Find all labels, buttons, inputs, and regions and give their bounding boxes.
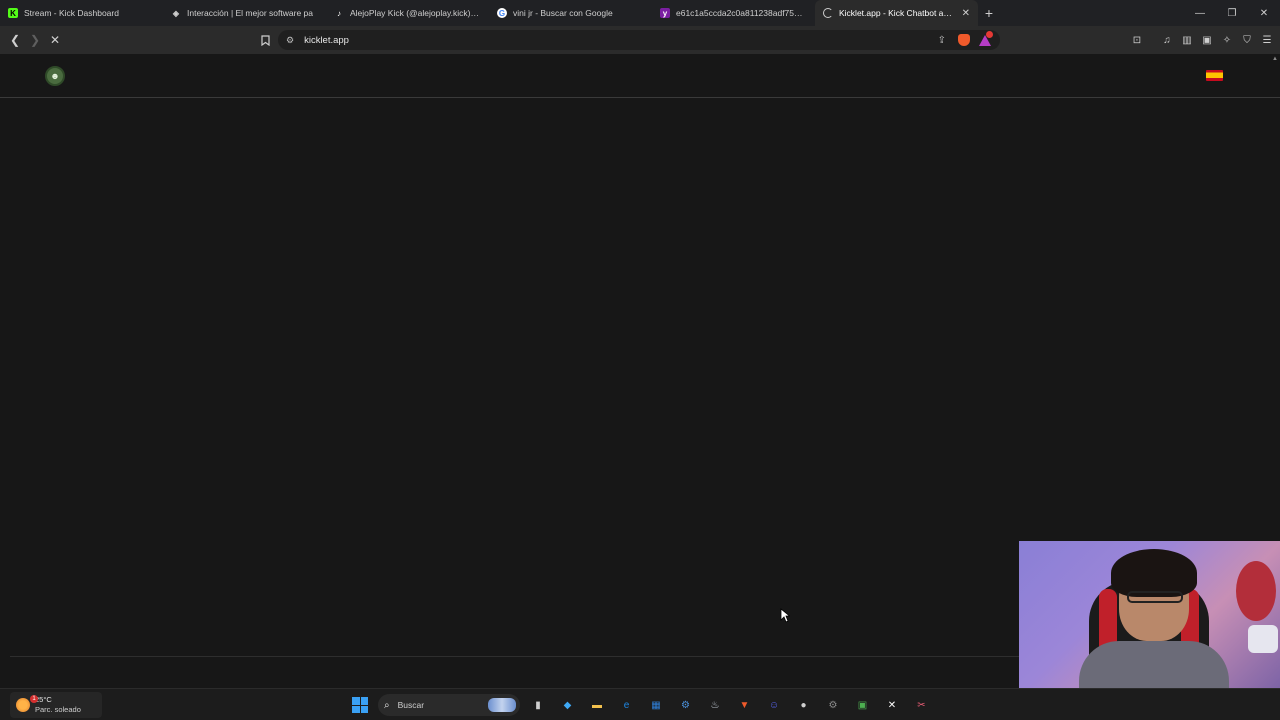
yahoo-icon: y (660, 8, 670, 18)
windows-logo-icon (352, 697, 360, 705)
windows-logo-icon (360, 697, 368, 705)
tab-google[interactable]: G vini jr - Buscar con Google (489, 0, 652, 26)
site-header: ☻ ▲ (0, 54, 1280, 98)
snipping-tool-icon[interactable]: ✂ (912, 695, 932, 715)
tab-kick-dashboard[interactable]: K Stream - Kick Dashboard (0, 0, 163, 26)
weather-condition: Parc. soleado (35, 705, 81, 714)
cat-plush (1248, 625, 1278, 653)
stop-loading-button[interactable]: ✕ (45, 30, 65, 50)
restore-icon[interactable]: ❐ (1216, 0, 1248, 26)
weather-temp: 25°C (35, 695, 52, 704)
google-icon: G (497, 8, 507, 18)
loading-icon (823, 8, 833, 18)
kicklet-logo-icon[interactable]: ☻ (45, 66, 65, 86)
store-icon[interactable]: ▦ (646, 695, 666, 715)
tab-yahoo[interactable]: y e61c1a5ccda2c0a811238adf7526e16 (652, 0, 815, 26)
tab-interaccion[interactable]: ◈ Interacción | El mejor software pa (163, 0, 326, 26)
tab-title: Kicklet.app - Kick Chatbot and O (839, 8, 956, 18)
rewards-badge (986, 31, 993, 38)
search-highlight-image (488, 698, 516, 712)
weather-alert-badge: 1 (30, 695, 38, 703)
gear-icon[interactable]: ⚙ (823, 695, 843, 715)
tab-title: e61c1a5ccda2c0a811238adf7526e16 (676, 8, 807, 18)
brave-icon[interactable]: ▼ (735, 695, 755, 715)
obs-icon[interactable]: ● (794, 695, 814, 715)
tab-tiktok[interactable]: ♪ AlejoPlay Kick (@alejoplay.kick) | Tik (326, 0, 489, 26)
search-label: Buscar (397, 700, 425, 710)
tiktok-icon: ♪ (337, 8, 341, 18)
glasses (1127, 591, 1183, 603)
wallet-icon[interactable]: ▣ (1200, 33, 1214, 47)
search-icon: ⌕ (384, 699, 390, 711)
footer-divider (10, 656, 1020, 657)
new-tab-button[interactable]: + (978, 2, 1000, 24)
tab-title: Stream - Kick Dashboard (24, 8, 119, 18)
tab-title: vini jr - Buscar con Google (513, 8, 613, 18)
plush-toy (1236, 561, 1276, 621)
kick-icon: K (8, 8, 18, 18)
vpn-icon[interactable]: ⛉ (1240, 33, 1254, 47)
tab-strip: K Stream - Kick Dashboard ◈ Interacción … (0, 0, 1280, 26)
brave-shields-icon[interactable] (958, 34, 970, 46)
address-bar[interactable]: ⚙ kicklet.app ⇪ (278, 30, 1000, 50)
sun-icon (16, 698, 30, 712)
settings-app-icon[interactable]: ⚙ (676, 695, 696, 715)
windows-logo-icon (360, 705, 368, 713)
window-controls: ― ❐ ✕ (1184, 0, 1280, 26)
discord-icon[interactable]: ☺ (764, 695, 784, 715)
taskbar-apps: ▮ ◆ ▬ e ▦ ⚙ ♨ ▼ ☺ ● ⚙ ▣ ✕ ✂ (528, 695, 932, 715)
windows-logo-icon (352, 705, 360, 713)
url-text: kicklet.app (304, 34, 349, 46)
menu-icon[interactable]: ☰ (1260, 33, 1274, 47)
bookmark-icon[interactable] (255, 30, 275, 50)
forward-button[interactable]: ❯ (25, 30, 45, 50)
weather-widget[interactable]: 1 25°C Parc. soleado (10, 692, 102, 718)
site-info-icon[interactable]: ⚙ (286, 35, 294, 46)
file-explorer-black-icon[interactable]: ▮ (528, 695, 548, 715)
music-icon[interactable]: ♫ (1160, 33, 1174, 47)
scrollbar-up-arrow-icon[interactable]: ▲ (1272, 56, 1278, 62)
back-button[interactable]: ❮ (5, 30, 25, 50)
tab-title: Interacción | El mejor software pa (187, 8, 313, 18)
toolbar-right-icons: ⊡ ♫ ▥ ▣ ✧ ⛉ ☰ (1130, 26, 1274, 54)
edge-icon[interactable]: e (617, 695, 637, 715)
close-window-icon[interactable]: ✕ (1248, 0, 1280, 26)
person-hair (1111, 549, 1197, 597)
tab-title: AlejoPlay Kick (@alejoplay.kick) | Tik (350, 8, 481, 18)
capcut-icon[interactable]: ✕ (882, 695, 902, 715)
steam-icon[interactable]: ♨ (705, 695, 725, 715)
speaker-icon: ◈ (172, 8, 180, 18)
screenshot-icon[interactable]: ⊡ (1130, 33, 1144, 47)
windows-taskbar: 1 25°C Parc. soleado ⌕ Buscar ▮ ◆ ▬ e ▦ … (0, 688, 1280, 720)
share-icon[interactable]: ⇪ (938, 35, 946, 46)
copilot-icon[interactable]: ◆ (558, 695, 578, 715)
greenshot-icon[interactable]: ▣ (853, 695, 873, 715)
weather-text: 25°C Parc. soleado (35, 695, 81, 715)
folder-icon[interactable]: ▬ (587, 695, 607, 715)
browser-toolbar: ❮ ❯ ✕ ⚙ kicklet.app ⇪ ⊡ ♫ ▥ ▣ ✧ ⛉ ☰ (0, 26, 1280, 54)
taskbar-search[interactable]: ⌕ Buscar (378, 694, 520, 716)
close-tab-icon[interactable]: ✕ (962, 8, 970, 19)
spain-flag-icon[interactable] (1206, 70, 1223, 81)
start-button[interactable] (352, 697, 368, 713)
sidebar-icon[interactable]: ▥ (1180, 33, 1194, 47)
minimize-icon[interactable]: ― (1184, 0, 1216, 26)
tab-kicklet[interactable]: Kicklet.app - Kick Chatbot and O ✕ (815, 0, 978, 26)
leo-ai-icon[interactable]: ✧ (1220, 33, 1234, 47)
screen: K Stream - Kick Dashboard ◈ Interacción … (0, 0, 1280, 720)
